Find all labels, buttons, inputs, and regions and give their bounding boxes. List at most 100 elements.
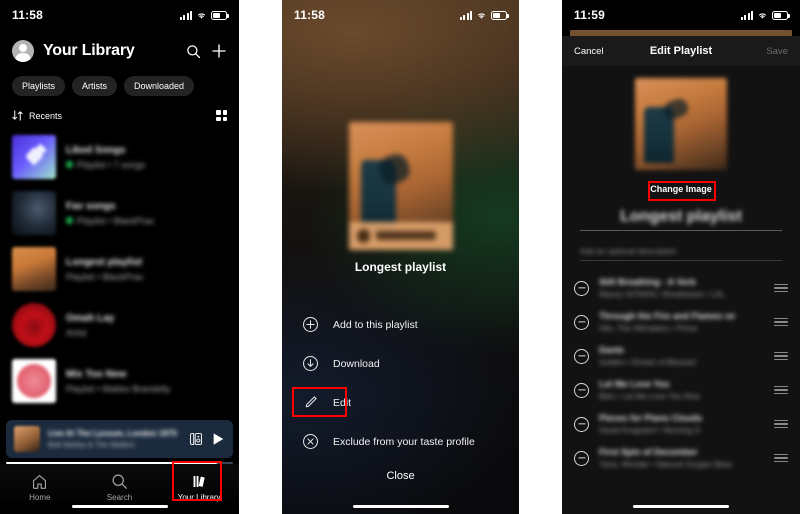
plus-icon[interactable]: [211, 43, 227, 59]
home-indicator: [633, 504, 729, 508]
status-icons: [460, 10, 509, 20]
menu-item-exclude-taste-profile[interactable]: Exclude from your taste profile: [282, 422, 519, 461]
wifi-icon: [477, 12, 486, 19]
menu-item-add-to-playlist[interactable]: Add to this playlist: [282, 305, 519, 344]
status-clock: 11:58: [12, 8, 44, 22]
list-item[interactable]: Longest playlist Playlist • BlackPrax: [0, 241, 239, 297]
list-item-title: Mix Too New: [66, 368, 127, 380]
home-icon: [33, 474, 47, 489]
drag-handle-icon[interactable]: [774, 317, 788, 327]
menu-item-label: Add to this playlist: [333, 318, 418, 331]
minus-circle-icon[interactable]: [574, 382, 589, 398]
menu-item-download[interactable]: Download: [282, 344, 519, 383]
x-circle-icon: [302, 433, 319, 450]
track-name: Through the Fire and Flames ve: [599, 311, 736, 321]
edit-track-list: Still Breathing - A Verb Manny HITMAN • …: [562, 271, 800, 475]
minus-circle-icon[interactable]: [574, 280, 589, 296]
mini-player[interactable]: Live At The Lyceum, London 1975 Bob Marl…: [6, 420, 233, 458]
downloaded-icon: [66, 217, 73, 224]
table-row[interactable]: Pieces for Piano Clouds David Krugsdorf …: [562, 407, 800, 441]
tab-your-library-label: Your Library: [177, 493, 221, 502]
wifi-icon: [197, 12, 206, 19]
table-row[interactable]: Through the Fire and Flames ve Hits, The…: [562, 305, 800, 339]
status-bar: 11:58: [282, 0, 519, 30]
list-item-artwork: [12, 247, 56, 291]
action-sheet-menu: Add to this playlist Download Edit Exclu…: [282, 305, 519, 461]
playlist-cover-art[interactable]: [635, 78, 727, 170]
sort-row: Recents: [0, 106, 239, 129]
minus-circle-icon[interactable]: [574, 348, 589, 364]
menu-item-label: Download: [333, 357, 380, 370]
chip-artists[interactable]: Artists: [72, 76, 118, 96]
list-item-title: Longest playlist: [66, 256, 143, 268]
tab-your-library[interactable]: Your Library: [166, 469, 232, 502]
drag-handle-icon[interactable]: [774, 283, 788, 293]
menu-item-edit[interactable]: Edit: [282, 383, 519, 422]
play-icon[interactable]: [211, 432, 225, 446]
playlist-description-field[interactable]: Add an optional description: [580, 247, 782, 261]
sort-control[interactable]: Recents: [12, 110, 62, 121]
search-icon[interactable]: [186, 44, 201, 59]
search-icon: [112, 474, 127, 489]
change-image-button[interactable]: Change Image: [650, 184, 712, 194]
drag-handle-icon[interactable]: [774, 351, 788, 361]
minus-circle-icon[interactable]: [574, 314, 589, 330]
drag-handle-icon[interactable]: [774, 385, 788, 395]
status-bar: 11:58: [0, 0, 239, 30]
list-item[interactable]: Liked Songs Playlist • 7 songs: [0, 129, 239, 185]
grid-view-icon[interactable]: [216, 110, 227, 121]
cellular-signal-icon: [180, 10, 192, 20]
minus-circle-icon[interactable]: [574, 450, 589, 466]
tab-home[interactable]: Home: [7, 469, 73, 502]
chip-playlists[interactable]: Playlists: [12, 76, 66, 96]
list-item-subtitle: Playlist • BlackPrax: [66, 271, 144, 282]
tab-search[interactable]: Search: [86, 469, 152, 502]
list-item-subtitle: Artist: [66, 327, 87, 338]
list-item-subtitle: Playlist • 7 songs: [77, 159, 146, 170]
playlist-name-field[interactable]: Longest playlist: [580, 208, 782, 231]
track-name: First Spin of December: [599, 447, 698, 457]
edit-playlist-body: Change Image Longest playlist Add an opt…: [562, 66, 800, 514]
connect-devices-icon[interactable]: [189, 432, 203, 446]
list-item[interactable]: Omah Lay Artist: [0, 297, 239, 353]
status-clock: 11:58: [294, 8, 326, 22]
close-button[interactable]: Close: [282, 470, 519, 482]
status-bar: 11:59: [562, 0, 800, 30]
status-clock: 11:59: [574, 8, 606, 22]
menu-item-label: Exclude from your taste profile: [333, 435, 475, 448]
edit-playlist-navbar: Cancel Edit Playlist Save: [562, 36, 800, 66]
cancel-button[interactable]: Cancel: [574, 46, 620, 57]
list-item[interactable]: Mix Too New Playlist • Matteo Brandelly: [0, 353, 239, 409]
battery-icon: [772, 10, 790, 20]
mini-player-artist: Bob Marley & The Wailers: [48, 440, 135, 449]
track-name: Pieces for Piano Clouds: [599, 413, 703, 423]
list-item-subtitle: Playlist • BlackPrax: [77, 215, 155, 226]
table-row[interactable]: Dante Golden • Dream of Blessed: [562, 339, 800, 373]
drag-handle-icon[interactable]: [774, 419, 788, 429]
phone-panel-edit-playlist: 11:59 Cancel Edit Playlist Save Change I…: [562, 0, 800, 514]
library-icon: [193, 475, 205, 488]
table-row[interactable]: First Spin of December Yana, Wonder • Na…: [562, 441, 800, 475]
cellular-signal-icon: [460, 10, 472, 20]
table-row[interactable]: Let Me Love You Blen • Let Me Love You N…: [562, 373, 800, 407]
chip-downloaded[interactable]: Downloaded: [124, 76, 195, 96]
drag-handle-icon[interactable]: [774, 453, 788, 463]
save-button[interactable]: Save: [742, 46, 788, 57]
status-icons: [180, 10, 229, 20]
filter-chips: Playlists Artists Downloaded: [0, 68, 239, 106]
pencil-icon: [302, 394, 319, 411]
table-row[interactable]: Still Breathing - A Verb Manny HITMAN • …: [562, 271, 800, 305]
track-artist: Yana, Wonder • Natural Oxygen Bass: [599, 460, 733, 469]
list-item[interactable]: Fav songs Playlist • BlackPrax: [0, 185, 239, 241]
page-title: Your Library: [43, 42, 135, 59]
playlist-description-placeholder: Add an optional description: [580, 247, 677, 256]
library-header: Your Library: [0, 30, 239, 68]
list-item-artwork: [12, 191, 56, 235]
playlist-title: Longest playlist: [354, 260, 447, 274]
avatar[interactable]: [12, 40, 34, 62]
phone-panel-playlist-menu: 11:58 Longest playlist Add to this playl…: [282, 0, 519, 514]
track-artist: Golden • Dream of Blessed: [599, 358, 696, 367]
cellular-signal-icon: [741, 10, 753, 20]
minus-circle-icon[interactable]: [574, 416, 589, 432]
list-item-subtitle: Playlist • Matteo Brandelly: [66, 383, 171, 394]
